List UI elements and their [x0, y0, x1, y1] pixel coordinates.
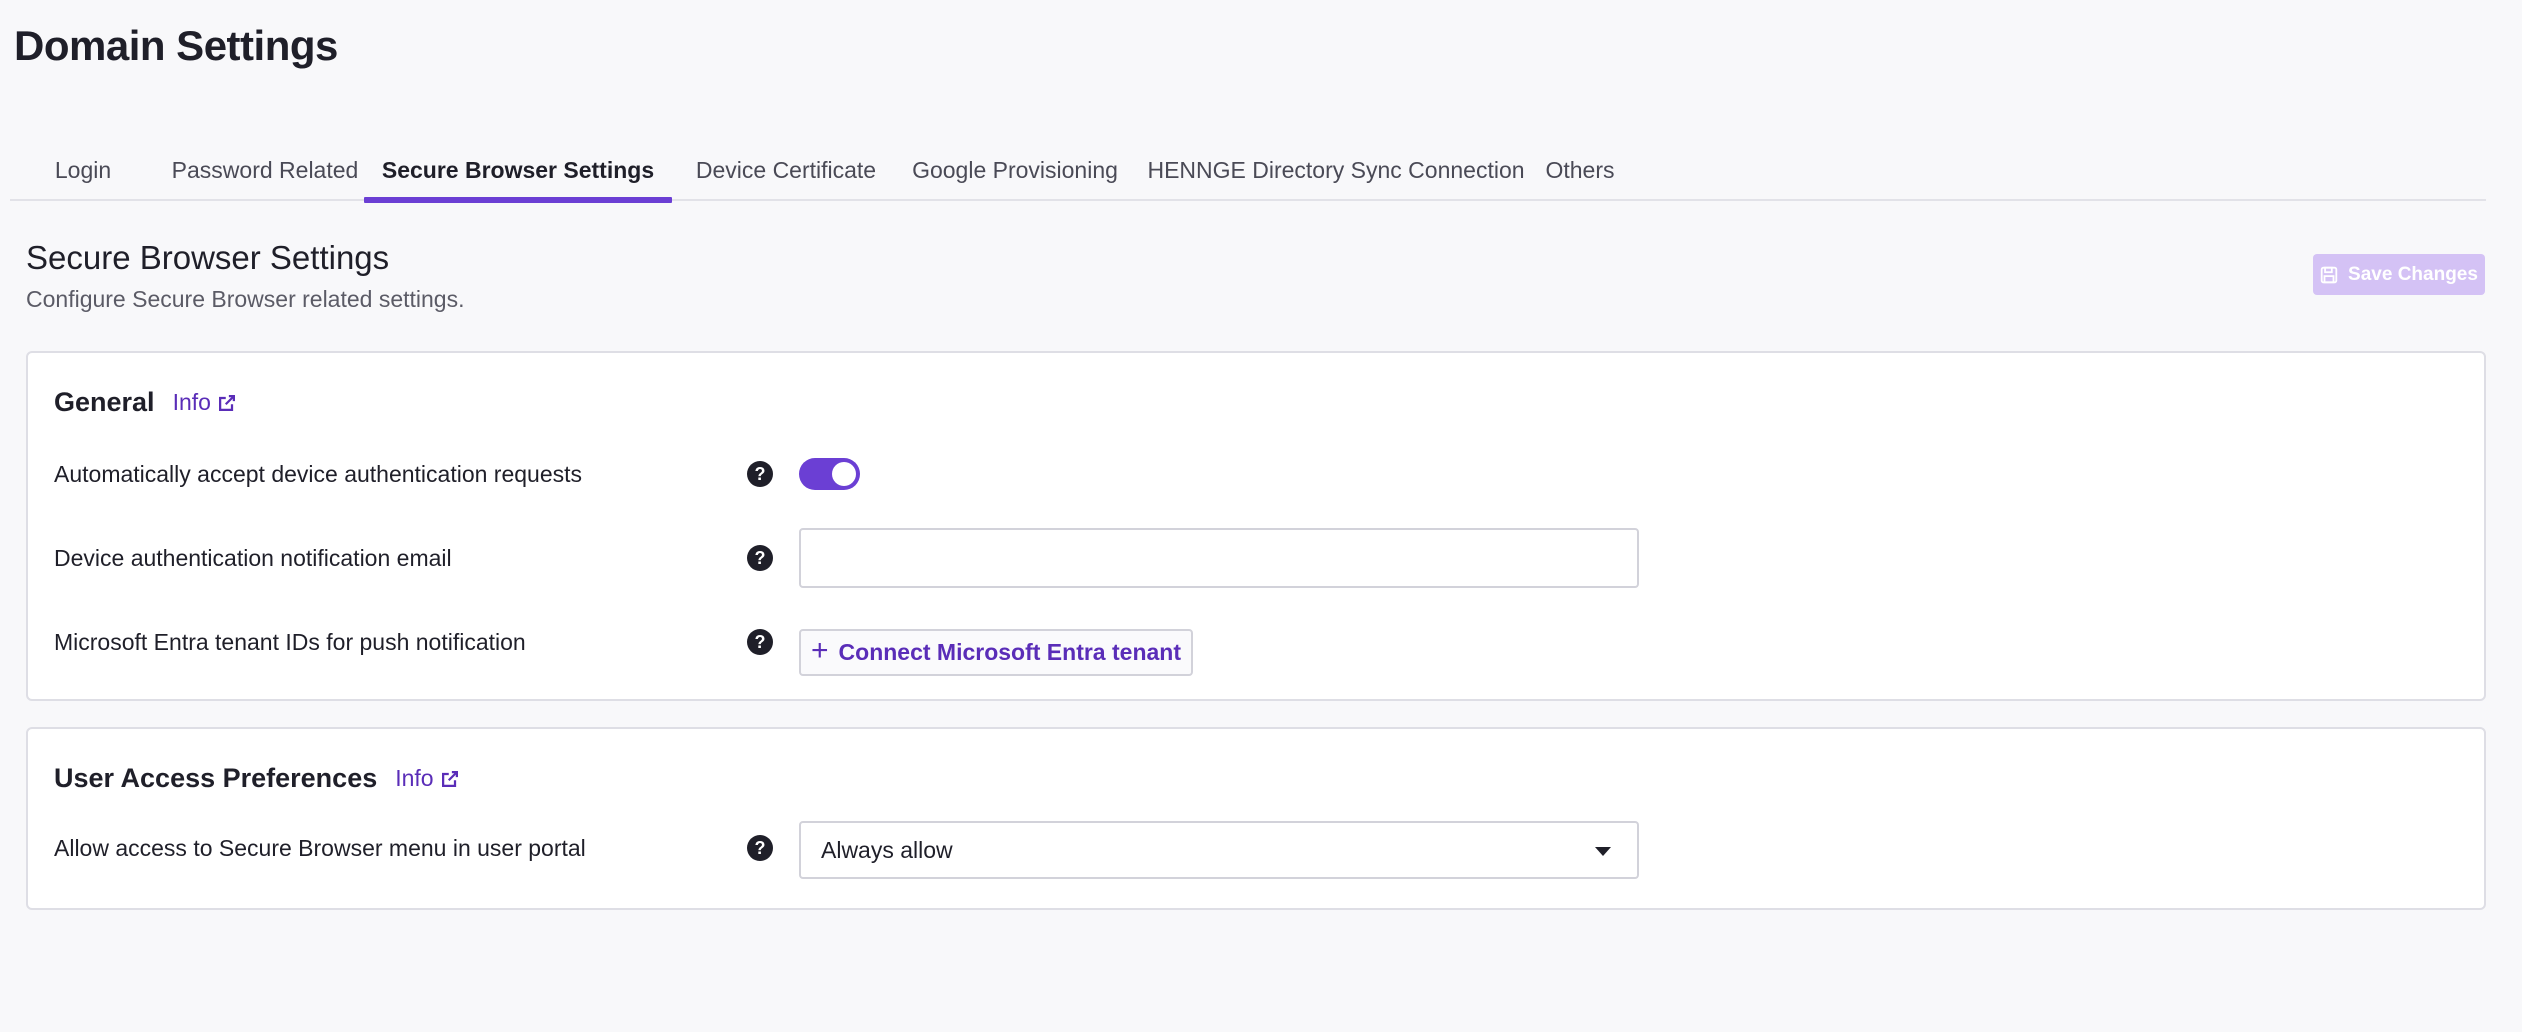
user-access-card: User Access Preferences Info Allow acces…: [26, 727, 2486, 910]
tab-login[interactable]: Login: [28, 140, 138, 201]
help-icon[interactable]: ?: [747, 461, 773, 487]
section-title: Secure Browser Settings: [26, 239, 390, 276]
portal-menu-access-label: Allow access to Secure Browser menu in u…: [54, 835, 586, 861]
section-subtitle: Configure Secure Browser related setting…: [26, 286, 465, 312]
connect-entra-tenant-button[interactable]: + Connect Microsoft Entra tenant: [799, 629, 1193, 676]
page-title: Domain Settings: [14, 22, 338, 69]
user-access-info-link[interactable]: Info: [395, 765, 459, 792]
toggle-knob: [832, 462, 856, 486]
caret-down-icon: [1595, 847, 1611, 856]
notification-email-field[interactable]: [799, 528, 1639, 588]
save-changes-button[interactable]: Save Changes: [2313, 254, 2485, 295]
tab-henngedirectory-sync[interactable]: HENNGE Directory Sync Connection: [1140, 140, 1532, 201]
tab-password-related[interactable]: Password Related: [150, 140, 380, 201]
general-header: General Info: [54, 387, 237, 418]
help-icon[interactable]: ?: [747, 629, 773, 655]
external-link-icon: [440, 769, 460, 789]
external-link-icon: [217, 393, 237, 413]
tab-secure-browser-settings[interactable]: Secure Browser Settings: [364, 140, 672, 203]
user-access-header: User Access Preferences Info: [54, 763, 460, 794]
plus-icon: +: [811, 634, 829, 667]
tab-google-provisioning[interactable]: Google Provisioning: [890, 140, 1140, 201]
settings-tabs: Login Password Related Secure Browser Se…: [10, 140, 2486, 203]
floppy-disk-icon: [2320, 266, 2338, 284]
auto-accept-toggle[interactable]: [799, 458, 860, 490]
save-changes-label: Save Changes: [2348, 263, 2478, 285]
tab-others[interactable]: Others: [1530, 140, 1630, 201]
notification-email-label: Device authentication notification email: [54, 545, 452, 571]
help-icon[interactable]: ?: [747, 545, 773, 571]
tab-device-certificate[interactable]: Device Certificate: [676, 140, 896, 201]
select-value: Always allow: [821, 836, 953, 863]
user-access-heading: User Access Preferences: [54, 763, 378, 793]
connect-entra-label: Connect Microsoft Entra tenant: [838, 639, 1181, 665]
portal-menu-access-select[interactable]: Always allow: [799, 821, 1639, 879]
general-info-link[interactable]: Info: [173, 389, 237, 416]
general-heading: General: [54, 387, 155, 417]
auto-accept-label: Automatically accept device authenticati…: [54, 461, 583, 487]
entra-tenant-label: Microsoft Entra tenant IDs for push noti…: [54, 629, 526, 655]
info-link-label: Info: [172, 389, 211, 415]
info-link-label: Info: [395, 765, 434, 791]
help-icon[interactable]: ?: [747, 835, 773, 861]
general-card: General Info Automatically accept device…: [26, 351, 2486, 701]
